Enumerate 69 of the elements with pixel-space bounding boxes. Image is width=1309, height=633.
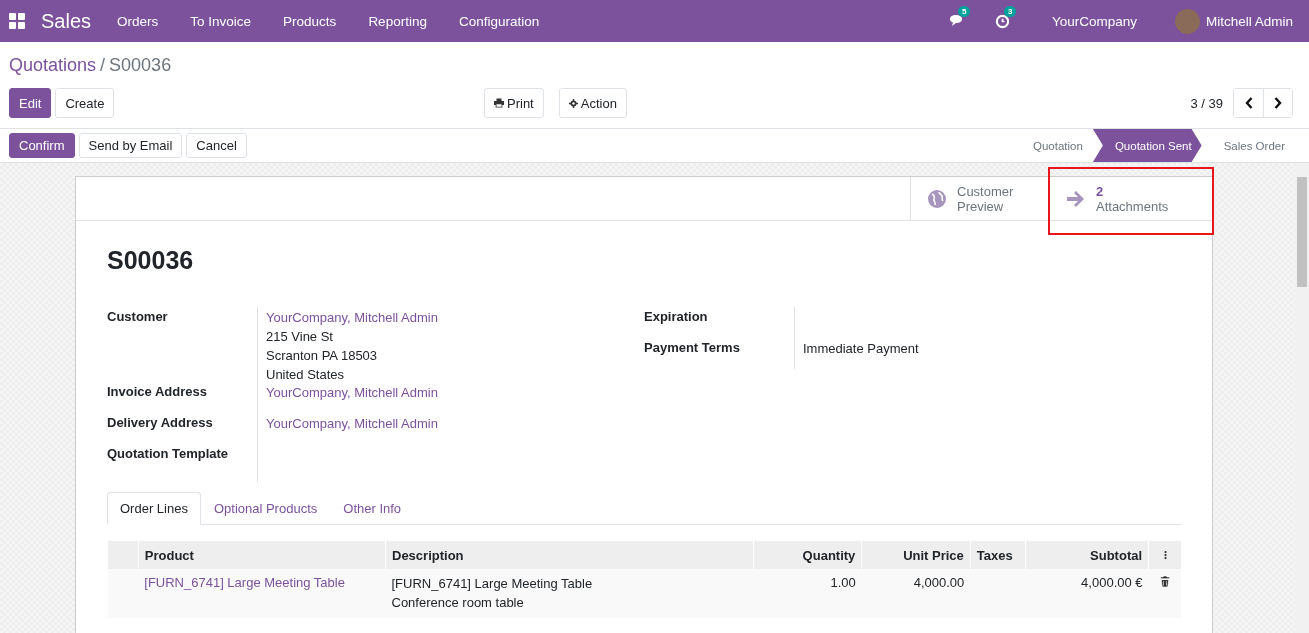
print-button[interactable]: Print (484, 88, 544, 118)
chat-icon[interactable] (948, 14, 965, 28)
field-value[interactable]: Immediate Payment (803, 341, 1086, 356)
column-header[interactable]: Subtotal (1025, 541, 1149, 569)
tab[interactable]: Optional Products (200, 492, 331, 525)
field-label: Expiration (644, 308, 709, 326)
status-action-button[interactable]: Send by Email (78, 133, 183, 158)
field-link[interactable]: YourCompany, Mitchell Admin (266, 416, 549, 431)
menu-item[interactable]: Configuration (458, 13, 540, 29)
create-button[interactable]: Create (55, 88, 115, 118)
smart-button-label: Customer (957, 183, 1014, 199)
column-header[interactable]: Taxes (970, 541, 1026, 569)
trash-icon[interactable] (1159, 576, 1170, 587)
field-label: Invoice Address (107, 383, 208, 401)
activity-count-badge: 3 (1003, 5, 1017, 17)
smart-button-label: Attachments (1096, 198, 1169, 214)
status-stage[interactable]: Quotation (1011, 129, 1093, 162)
table-cell-text: Conference room table (391, 594, 525, 612)
menu-item[interactable]: To Invoice (190, 13, 252, 29)
record-title: S00036 (107, 246, 195, 275)
menu-item[interactable]: Reporting (368, 13, 427, 29)
field-link[interactable]: YourCompany, Mitchell Admin (266, 385, 549, 400)
kebab-menu-icon[interactable] (1163, 549, 1167, 560)
globe-icon (927, 188, 947, 209)
column-header[interactable]: Description (385, 541, 754, 569)
table-cell: 4,000.00 € (1081, 575, 1143, 590)
smart-button-label: Preview (957, 198, 1005, 214)
column-header[interactable]: Unit Price (861, 541, 971, 569)
pager-counter: 3 / 39 (1190, 95, 1223, 111)
tab[interactable]: Other Info (330, 492, 415, 525)
table-cell-text: [FURN_6741] Large Meeting Table (391, 575, 594, 593)
table-cell: 1.00 (830, 575, 856, 590)
action-button[interactable]: Action (558, 88, 627, 118)
smart-button-label: 2 (1096, 183, 1105, 199)
field-label: Customer (107, 308, 169, 326)
address-line: United States (266, 367, 346, 382)
menu-item[interactable]: Products (283, 13, 337, 29)
status-action-button[interactable]: Confirm (9, 133, 75, 158)
field-label: Quotation Template (107, 445, 230, 463)
printer-icon (494, 98, 504, 108)
edit-button[interactable]: Edit (9, 88, 52, 118)
field-link[interactable]: YourCompany, Mitchell Admin (266, 310, 549, 325)
app-title[interactable]: Sales (41, 9, 92, 33)
breadcrumb-separator: / (100, 54, 106, 76)
smart-button[interactable]: Customer Preview (910, 177, 1049, 220)
message-count-badge: 5 (957, 6, 971, 17)
menu-item[interactable]: Orders (117, 13, 159, 29)
status-stage[interactable]: Quotation Sent (1092, 129, 1202, 162)
breadcrumb-link[interactable]: Quotations (9, 54, 97, 76)
address-line: 215 Vine St (266, 329, 334, 344)
breadcrumb-current: S00036 (109, 54, 172, 76)
column-header[interactable]: Product (138, 541, 386, 569)
next-button[interactable] (1263, 89, 1292, 117)
column-header[interactable]: Quantity (753, 541, 862, 569)
arrow-right-icon (1066, 189, 1086, 208)
scrollbar[interactable] (1295, 163, 1309, 633)
clock-icon[interactable] (994, 13, 1010, 29)
status-action-button[interactable]: Cancel (186, 133, 247, 158)
field-label: Delivery Address (107, 414, 214, 432)
apps-menu-icon[interactable] (9, 13, 25, 29)
company-switcher[interactable]: YourCompany (1051, 13, 1137, 29)
tab[interactable]: Order Lines (107, 492, 201, 525)
chevron-left-icon (1244, 97, 1253, 109)
table-cell: 4,000.00 (913, 575, 965, 590)
user-menu[interactable]: Mitchell Admin (1205, 13, 1293, 29)
field-label: Payment Terms (644, 339, 741, 357)
chevron-right-icon (1274, 97, 1282, 109)
status-stage[interactable]: Sales Order (1201, 129, 1295, 162)
address-line: Scranton PA 18503 (266, 348, 379, 363)
